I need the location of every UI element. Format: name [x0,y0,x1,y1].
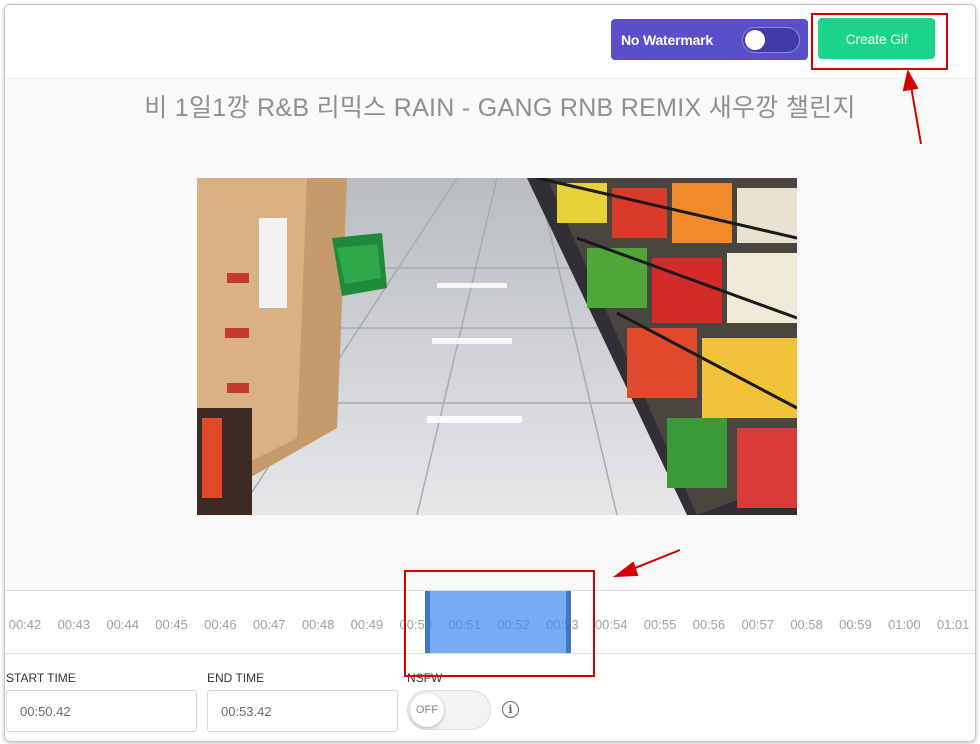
video-frame-image [197,178,797,515]
timeline-tick: 00:43 [57,617,91,632]
timeline-tick: 00:48 [301,617,335,632]
timeline-tick: 00:45 [155,617,188,632]
timeline-tick: 00:59 [839,617,872,632]
watermark-switch-knob [745,30,765,50]
timeline-tick: 00:49 [350,617,384,632]
timeline-tick: 00:57 [741,617,775,632]
timeline-tick: 00:54 [594,617,628,632]
end-time-field[interactable]: 00:53.42 [207,690,398,732]
timeline-tick: 01:00 [888,617,921,632]
video-preview[interactable] [197,178,797,515]
timeline-tick: 00:42 [8,617,42,632]
end-time-label: END TIME [207,671,265,685]
no-watermark-toggle[interactable]: No Watermark [611,19,808,60]
nsfw-toggle[interactable]: OFF [407,690,491,730]
timeline-tick: 00:44 [106,617,139,632]
preview-area: 비 1일1깡 R&B 리믹스 RAIN - GANG RNB REMIX 새우깡… [5,80,975,590]
timeline-tick: 01:01 [936,617,970,632]
create-gif-highlight-box [811,13,948,70]
timeline-tick: 00:56 [692,617,726,632]
timeline-tick: 00:47 [252,617,286,632]
start-time-field[interactable]: 00:50.42 [6,690,197,732]
timeline-tick: 00:58 [790,617,823,632]
selection-highlight-box [404,570,595,677]
start-time-label: START TIME [6,671,76,685]
info-icon[interactable]: i [502,701,519,718]
timeline-tick: 00:46 [204,617,237,632]
watermark-switch[interactable] [742,27,800,53]
video-title: 비 1일1깡 R&B 리믹스 RAIN - GANG RNB REMIX 새우깡… [144,94,856,122]
timeline-tick: 00:55 [643,617,677,632]
nsfw-toggle-knob: OFF [410,693,444,727]
no-watermark-label: No Watermark [621,31,713,48]
